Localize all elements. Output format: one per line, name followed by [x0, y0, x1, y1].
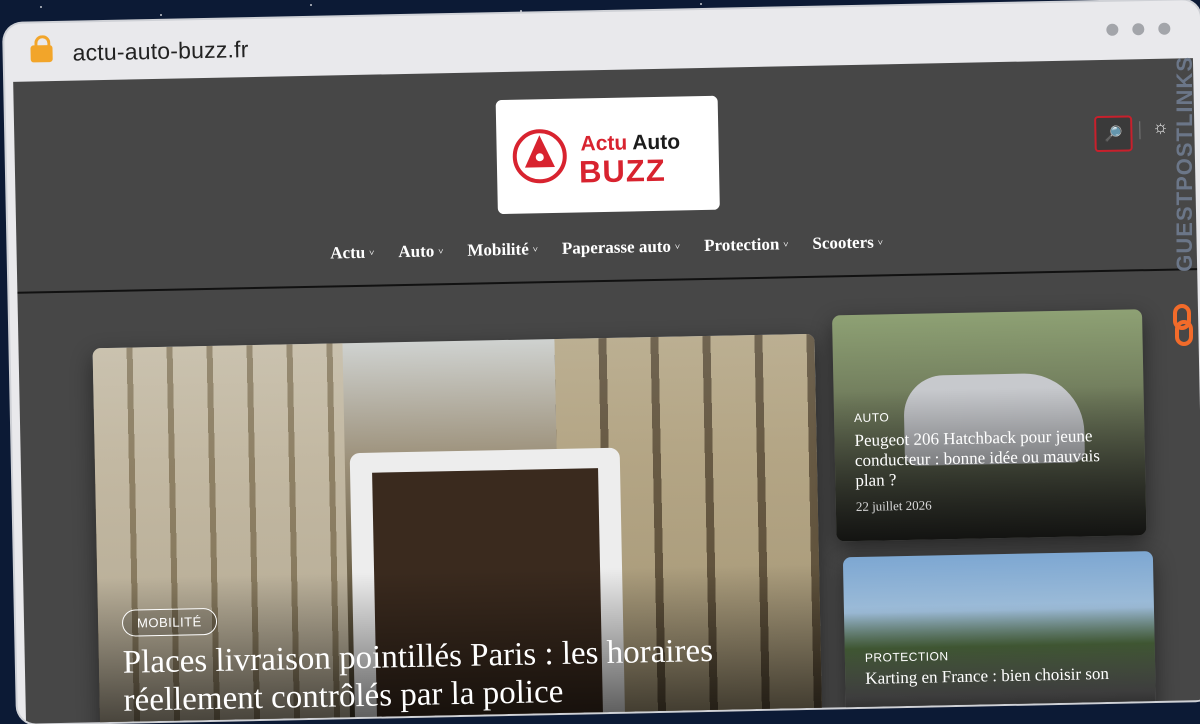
nav-item-actu[interactable]: Actu ˅: [330, 243, 374, 264]
nav-item-auto[interactable]: Auto ˅: [398, 241, 443, 262]
header-divider-line: [17, 268, 1198, 294]
nav-item-scooters[interactable]: Scooters ˅: [812, 232, 883, 253]
category-badge[interactable]: MOBILITÉ: [121, 607, 217, 637]
header-divider: [1139, 121, 1141, 140]
side-article-title[interactable]: Peugeot 206 Hatchback pour jeune conduct…: [854, 426, 1127, 491]
chevron-down-icon: ˅: [532, 244, 539, 255]
window-dot-icon[interactable]: [1132, 23, 1145, 36]
featured-article-card[interactable]: MOBILITÉ Places livraison pointillés Par…: [92, 333, 823, 724]
nav-item-protection[interactable]: Protection ˅: [704, 234, 789, 256]
side-article-card[interactable]: AUTO Peugeot 206 Hatchback pour jeune co…: [832, 309, 1147, 542]
search-button[interactable]: 🔎: [1094, 115, 1133, 153]
address-bar-url[interactable]: actu-auto-buzz.fr: [72, 36, 248, 67]
chevron-down-icon: ˅: [674, 241, 681, 252]
nav-item-mobilite[interactable]: Mobilité ˅: [467, 239, 538, 260]
website-viewport: Actu Auto BUZZ 🔎 ☼ Actu ˅ Auto ˅ Mobilit…: [13, 58, 1200, 724]
category-label[interactable]: PROTECTION: [865, 649, 949, 665]
chevron-down-icon: ˅: [877, 237, 884, 248]
lock-icon: [30, 45, 53, 63]
browser-window: actu-auto-buzz.fr Actu Auto BUZZ 🔎 ☼ Act…: [4, 0, 1200, 724]
category-label[interactable]: AUTO: [854, 410, 889, 425]
site-logo[interactable]: Actu Auto BUZZ: [495, 95, 720, 215]
sun-icon[interactable]: ☼: [1152, 117, 1169, 138]
logo-emblem-icon: [512, 128, 568, 184]
chevron-down-icon: ˅: [369, 247, 375, 258]
nav-item-paperasse-auto[interactable]: Paperasse auto ˅: [562, 236, 681, 258]
search-icon: 🔎: [1103, 125, 1123, 143]
article-date: 22 juillet 2026: [855, 497, 932, 514]
chevron-down-icon: ˅: [783, 239, 789, 250]
link-icon: [1173, 304, 1193, 346]
chevron-down-icon: ˅: [438, 246, 444, 257]
logo-wordmark-bottom: BUZZ: [578, 152, 667, 190]
main-navigation: Actu ˅ Auto ˅ Mobilité ˅ Paperasse auto …: [17, 226, 1197, 270]
window-dot-icon[interactable]: [1106, 23, 1119, 36]
watermark-text: GUESTPOSTLINKS: [1172, 56, 1197, 272]
window-controls: [1106, 22, 1171, 36]
window-dot-icon[interactable]: [1158, 22, 1171, 35]
watermark: GUESTPOSTLINKS: [1168, 56, 1200, 356]
featured-article-title[interactable]: Places livraison pointillés Paris : les …: [122, 630, 803, 720]
side-article-card[interactable]: PROTECTION Karting en France : bien choi…: [842, 551, 1157, 724]
